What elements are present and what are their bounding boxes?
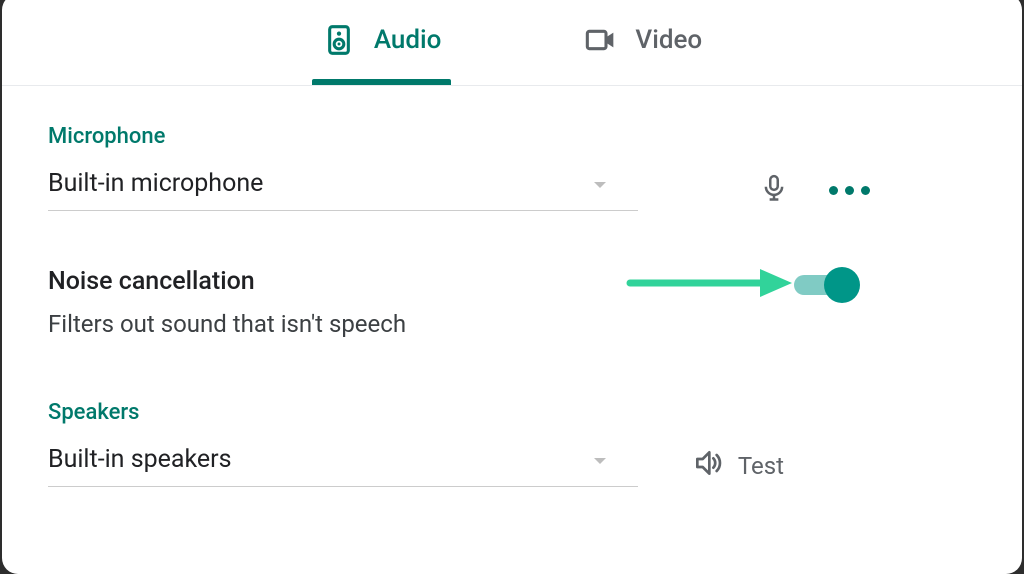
speakers-test-area: Test [638,447,976,485]
microphone-section-label: Microphone [48,124,976,149]
test-speakers-button[interactable]: Test [692,447,880,485]
speakers-row: Built-in speakers [48,445,976,487]
settings-panel: Audio Video Microphone Built-in micropho… [2,0,1022,574]
noise-cancellation-section: Noise cancellation Filters out sound tha… [48,267,976,338]
microphone-section: Microphone Built-in microphone [48,124,976,211]
select-underline [48,210,638,211]
test-label: Test [738,452,784,480]
level-dot [829,186,838,195]
tab-audio[interactable]: Audio [316,0,448,85]
tab-active-indicator [312,79,452,85]
level-dot [861,186,870,195]
noise-cancellation-title: Noise cancellation [48,267,638,296]
annotation-arrow [626,263,796,303]
tab-video[interactable]: Video [577,0,708,85]
noise-cancellation-description: Filters out sound that isn't speech [48,310,638,338]
microphone-indicator-area [638,173,976,207]
select-underline [48,486,638,487]
camera-icon [583,23,617,57]
tab-bar: Audio Video [2,0,1022,86]
chevron-down-icon [588,173,612,201]
tab-audio-label: Audio [374,25,442,55]
microphone-icon [759,173,789,207]
chevron-down-icon [588,449,612,477]
microphone-selected-value: Built-in microphone [48,169,638,210]
audio-settings-content: Microphone Built-in microphone [2,86,1022,487]
speakers-select[interactable]: Built-in speakers [48,445,638,487]
speakers-section-label: Speakers [48,400,976,425]
microphone-row: Built-in microphone [48,169,976,211]
noise-cancellation-toggle[interactable] [794,267,856,303]
speakers-section: Speakers Built-in speakers [48,400,976,487]
speaker-icon [322,23,356,57]
speakers-selected-value: Built-in speakers [48,445,638,486]
level-dot [845,186,854,195]
mic-level-indicator [829,186,870,195]
toggle-thumb [824,267,860,303]
tab-video-label: Video [635,25,702,55]
microphone-select[interactable]: Built-in microphone [48,169,638,211]
volume-icon [692,447,724,485]
noise-cancellation-text: Noise cancellation Filters out sound tha… [48,267,638,338]
